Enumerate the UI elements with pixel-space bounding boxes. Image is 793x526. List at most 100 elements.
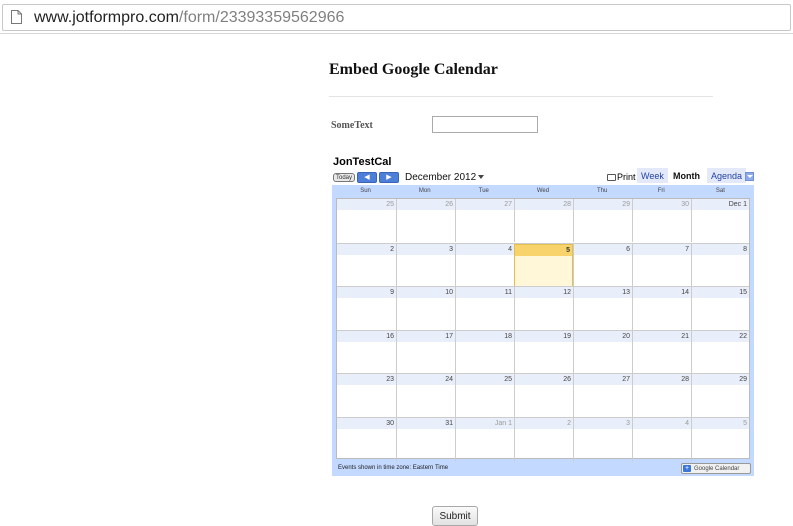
day-number[interactable]: 25 <box>504 376 512 383</box>
day-cell[interactable]: 19 <box>514 331 573 374</box>
sometext-input[interactable] <box>432 116 538 133</box>
day-number[interactable]: 13 <box>622 289 630 296</box>
day-number[interactable]: 7 <box>685 246 689 253</box>
day-number[interactable]: 12 <box>563 289 571 296</box>
day-cell[interactable]: 27 <box>573 374 632 417</box>
day-number[interactable]: 19 <box>563 333 571 340</box>
day-number[interactable]: 6 <box>626 246 630 253</box>
day-cell[interactable]: 29 <box>573 199 632 242</box>
day-number[interactable]: 2 <box>567 420 571 427</box>
day-cell-today[interactable]: 5 <box>514 244 573 287</box>
day-cell[interactable]: 14 <box>632 287 691 330</box>
day-number[interactable]: 29 <box>739 376 747 383</box>
day-number[interactable]: 31 <box>445 420 453 427</box>
day-cell[interactable]: 21 <box>632 331 691 374</box>
day-cell[interactable]: 10 <box>396 287 455 330</box>
day-cell[interactable]: 13 <box>573 287 632 330</box>
day-number[interactable]: 26 <box>445 201 453 208</box>
day-number[interactable]: 3 <box>626 420 630 427</box>
day-cell[interactable]: 11 <box>455 287 514 330</box>
day-number[interactable]: 17 <box>445 333 453 340</box>
day-number[interactable]: Jan 1 <box>495 420 512 427</box>
day-cell[interactable]: 8 <box>691 244 749 287</box>
day-number[interactable]: 21 <box>681 333 689 340</box>
day-number[interactable]: 5 <box>566 247 570 254</box>
day-number[interactable]: 16 <box>386 333 394 340</box>
day-number[interactable]: 4 <box>508 246 512 253</box>
day-number[interactable]: 5 <box>743 420 747 427</box>
day-number[interactable]: 30 <box>386 420 394 427</box>
day-number[interactable]: 14 <box>681 289 689 296</box>
day-cell[interactable]: 30 <box>337 418 396 461</box>
day-cell[interactable]: Jan 1 <box>455 418 514 461</box>
day-cell[interactable]: 4 <box>455 244 514 287</box>
day-cell[interactable]: 22 <box>691 331 749 374</box>
day-number[interactable]: 27 <box>504 201 512 208</box>
day-cell[interactable]: 4 <box>632 418 691 461</box>
day-cell[interactable]: 2 <box>337 244 396 287</box>
tab-month[interactable]: Month <box>669 168 704 183</box>
day-number[interactable]: 18 <box>504 333 512 340</box>
day-number[interactable]: 28 <box>563 201 571 208</box>
day-header: 19 <box>515 331 573 342</box>
day-number[interactable]: 20 <box>622 333 630 340</box>
day-cell[interactable]: Dec 1 <box>691 199 749 242</box>
day-cell[interactable]: 9 <box>337 287 396 330</box>
day-cell[interactable]: 18 <box>455 331 514 374</box>
day-cell[interactable]: 28 <box>632 374 691 417</box>
day-number[interactable]: 8 <box>743 246 747 253</box>
day-number[interactable]: 9 <box>390 289 394 296</box>
day-cell[interactable]: 30 <box>632 199 691 242</box>
day-cell[interactable]: 26 <box>396 199 455 242</box>
current-month-label[interactable]: December 2012 <box>405 172 476 183</box>
add-to-google-calendar-button[interactable]: + Google Calendar <box>681 463 751 474</box>
day-number[interactable]: 15 <box>739 289 747 296</box>
tab-agenda[interactable]: Agenda <box>707 168 747 183</box>
day-number[interactable]: Dec 1 <box>729 201 747 208</box>
day-cell[interactable]: 29 <box>691 374 749 417</box>
day-cell[interactable]: 5 <box>691 418 749 461</box>
day-cell[interactable]: 6 <box>573 244 632 287</box>
day-cell[interactable]: 25 <box>455 374 514 417</box>
day-cell[interactable]: 23 <box>337 374 396 417</box>
day-cell[interactable]: 25 <box>337 199 396 242</box>
month-dropdown-icon[interactable] <box>478 175 484 179</box>
day-cell[interactable]: 24 <box>396 374 455 417</box>
day-cell[interactable]: 15 <box>691 287 749 330</box>
day-number[interactable]: 28 <box>681 376 689 383</box>
calendar-menu-dropdown-icon[interactable] <box>745 172 754 181</box>
day-number[interactable]: 25 <box>386 201 394 208</box>
tab-week[interactable]: Week <box>637 168 668 183</box>
day-number[interactable]: 3 <box>449 246 453 253</box>
day-cell[interactable]: 12 <box>514 287 573 330</box>
url-text[interactable]: www.jotformpro.com/form/23393359562966 <box>34 9 344 27</box>
prev-month-button[interactable]: ◀ <box>357 172 377 183</box>
day-number[interactable]: 11 <box>505 289 512 296</box>
today-button[interactable]: Today <box>333 173 355 182</box>
next-month-button[interactable]: ▶ <box>379 172 399 183</box>
day-cell[interactable]: 2 <box>514 418 573 461</box>
day-number[interactable]: 10 <box>445 289 453 296</box>
day-cell[interactable]: 20 <box>573 331 632 374</box>
print-link[interactable]: Print <box>607 172 636 182</box>
day-number[interactable]: 24 <box>445 376 453 383</box>
day-number[interactable]: 26 <box>563 376 571 383</box>
day-cell[interactable]: 31 <box>396 418 455 461</box>
day-number[interactable]: 27 <box>622 376 630 383</box>
day-cell[interactable]: 27 <box>455 199 514 242</box>
day-number[interactable]: 23 <box>386 376 394 383</box>
day-number[interactable]: 4 <box>685 420 689 427</box>
day-number[interactable]: 30 <box>681 201 689 208</box>
submit-button[interactable]: Submit <box>432 506 478 526</box>
day-cell[interactable]: 17 <box>396 331 455 374</box>
day-cell[interactable]: 7 <box>632 244 691 287</box>
day-number[interactable]: 22 <box>739 333 747 340</box>
day-cell[interactable]: 28 <box>514 199 573 242</box>
day-number[interactable]: 29 <box>622 201 630 208</box>
day-cell[interactable]: 3 <box>396 244 455 287</box>
day-number[interactable]: 2 <box>390 246 394 253</box>
day-cell[interactable]: 26 <box>514 374 573 417</box>
url-field[interactable]: www.jotformpro.com/form/23393359562966 <box>2 4 791 31</box>
day-cell[interactable]: 3 <box>573 418 632 461</box>
day-cell[interactable]: 16 <box>337 331 396 374</box>
